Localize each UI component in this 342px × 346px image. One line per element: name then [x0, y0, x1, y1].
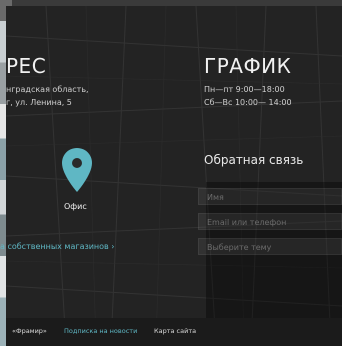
schedule-weekend: Сб—Вс 10:00— 14:00 [204, 98, 292, 107]
schedule-weekdays: Пн—пт 9:00—18:00 [204, 85, 285, 94]
feedback-title: Обратная связь [204, 153, 304, 167]
address-line-2: г, ул. Ленина, 5 [6, 98, 72, 107]
name-field[interactable]: Имя [198, 188, 342, 205]
office-pin-icon[interactable] [60, 146, 94, 194]
footer-subscribe-link[interactable]: Подписка на новости [64, 327, 137, 335]
topic-select[interactable]: Выберите тему [198, 238, 342, 255]
contact-field[interactable]: Email или телефон [198, 213, 342, 230]
stores-map-link[interactable]: а собственных магазинов › [0, 242, 115, 251]
footer: «Фрамир» Подписка на новости Карта сайта [6, 318, 342, 346]
address-line-1: нградская область, [6, 85, 89, 94]
schedule-heading: ГРАФИК [204, 54, 292, 78]
address-heading: РЕС [6, 54, 47, 78]
footer-brand: «Фрамир» [12, 327, 47, 335]
footer-sitemap-link[interactable]: Карта сайта [154, 327, 196, 335]
office-pin-label: Офис [64, 202, 87, 211]
